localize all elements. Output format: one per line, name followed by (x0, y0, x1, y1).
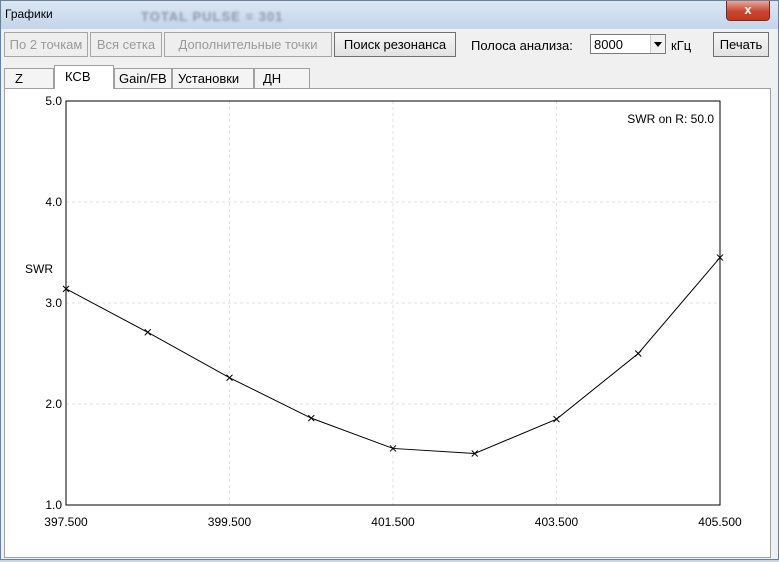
tab-label: Установки (178, 71, 240, 86)
swr-reference-annotation: SWR on R: 50.0 (627, 112, 714, 126)
tab-z[interactable]: Z (4, 68, 54, 88)
extra-points-button[interactable]: Дополнительные точки (164, 32, 332, 57)
window-title: Графики (5, 7, 53, 21)
band-unit: кГц (671, 38, 692, 53)
whole-grid-button[interactable]: Вся сетка (90, 32, 162, 57)
x-tick-label: 397.500 (44, 515, 88, 529)
x-tick-label: 399.500 (208, 515, 252, 529)
y-tick-label: 1.0 (45, 498, 62, 512)
title-bar[interactable]: Графики TOTAL PULSE = 301 x (1, 1, 778, 29)
print-button[interactable]: Печать (713, 32, 769, 57)
tab-swr[interactable]: КСВ (54, 65, 114, 89)
tab-label: Z (15, 71, 23, 86)
x-tick-label: 405.500 (698, 515, 742, 529)
y-tick-label: 5.0 (45, 94, 62, 108)
dropdown-arrow-icon[interactable] (650, 35, 665, 53)
y-axis-label: SWR (25, 262, 53, 276)
tab-settings[interactable]: Установки (172, 68, 254, 88)
background-window-text: TOTAL PULSE = 301 (141, 9, 284, 24)
band-value: 8000 (594, 37, 623, 52)
swr-data-point (144, 328, 152, 336)
close-icon: x (744, 2, 752, 17)
swr-chart: 1.0 2.0 3.0 4.0 5.0 397.500 399.500 401.500 403.… (25, 94, 742, 529)
tab-gain-fb[interactable]: Gain/FB (114, 68, 172, 88)
tab-strip: Z КСВ Gain/FB Установки ДН (4, 65, 774, 89)
swr-data-point (307, 414, 315, 422)
y-tick-label: 2.0 (45, 397, 62, 411)
tab-label: Gain/FB (119, 71, 167, 86)
x-tick-label: 403.500 (535, 515, 579, 529)
swr-data-point (634, 350, 642, 357)
tab-pattern[interactable]: ДН (254, 68, 310, 88)
y-tick-label: 3.0 (45, 296, 62, 310)
tab-label: ДН (263, 71, 282, 86)
close-button[interactable]: x (726, 1, 770, 21)
graphs-window: Графики TOTAL PULSE = 301 x По 2 точкам … (0, 0, 779, 560)
by-two-points-button[interactable]: По 2 точкам (4, 32, 88, 57)
x-tick-label: 401.500 (371, 515, 415, 529)
y-tick-label: 4.0 (45, 195, 62, 209)
find-resonance-button[interactable]: Поиск резонанса (334, 32, 456, 57)
band-label: Полоса анализа: (471, 38, 573, 53)
band-select[interactable]: 8000 (590, 34, 666, 54)
tab-label: КСВ (65, 69, 91, 84)
swr-plot-panel: 1.0 2.0 3.0 4.0 5.0 397.500 399.500 401.500 403.… (4, 88, 771, 558)
toolbar: По 2 точкам Вся сетка Дополнительные точ… (2, 31, 777, 61)
